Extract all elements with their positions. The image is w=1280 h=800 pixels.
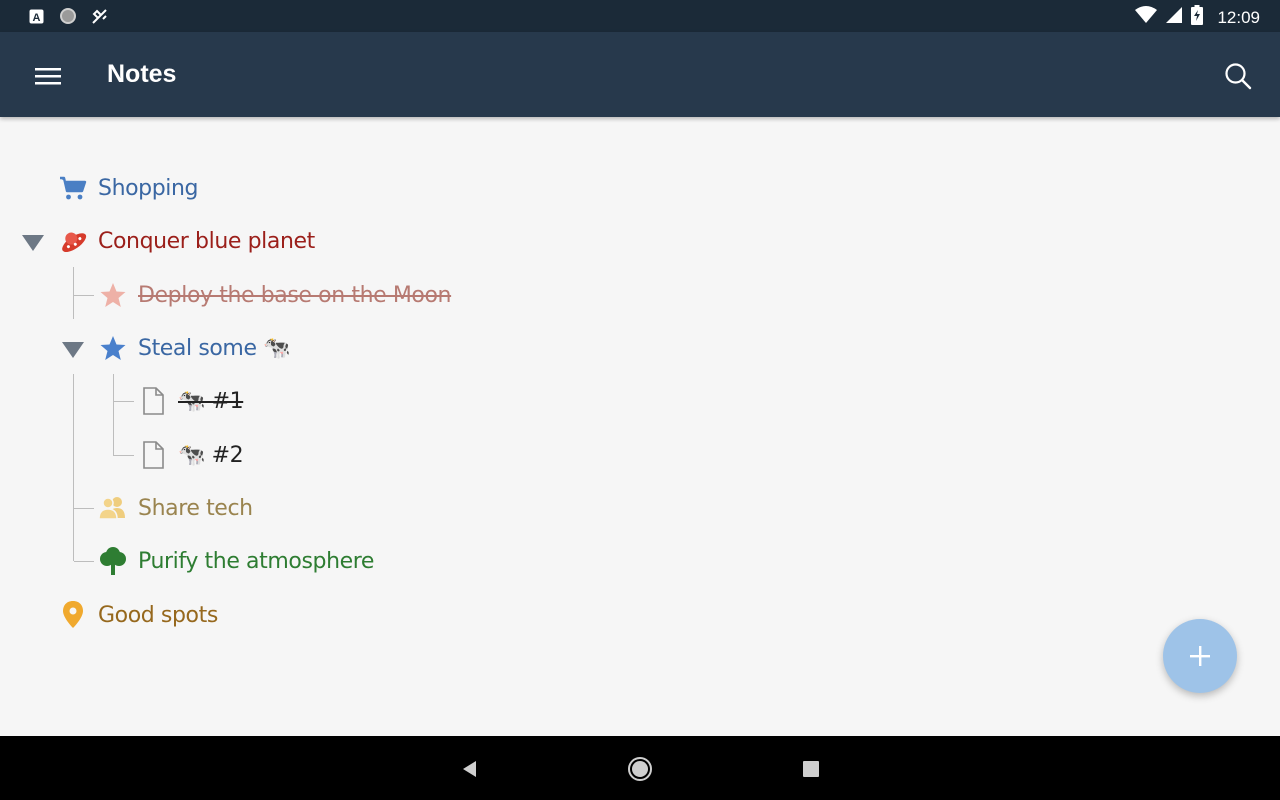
tree-connector	[114, 455, 134, 456]
tree-item-label: Share tech	[138, 495, 253, 521]
status-time: 12:09	[1217, 7, 1260, 27]
tree-item-deploy-base[interactable]: Deploy the base on the Moon	[98, 275, 452, 315]
recents-icon	[803, 761, 819, 777]
tree-connector	[113, 374, 114, 456]
document-icon	[138, 440, 168, 470]
satellite-icon	[91, 7, 109, 25]
tree-connector	[73, 374, 74, 561]
tree-item-steal-some[interactable]: Steal some 🐄	[98, 328, 291, 368]
expand-toggle[interactable]	[20, 229, 46, 255]
tree-item-share-tech[interactable]: Share tech	[98, 488, 253, 528]
home-button[interactable]	[627, 756, 653, 782]
tree-item-label: Good spots	[98, 602, 218, 628]
tree-item-cow-2[interactable]: 🐄 #2	[138, 435, 244, 475]
document-icon	[138, 386, 168, 416]
system-nav-bar	[0, 736, 1280, 800]
tree-item-purify-atmosphere[interactable]: Purify the atmosphere	[98, 541, 374, 581]
battery-charging-icon	[1191, 5, 1204, 30]
status-bar-system: 12:09	[1135, 5, 1260, 30]
svg-text:A: A	[32, 12, 40, 24]
tree-item-label: Steal some 🐄	[138, 335, 291, 361]
tree-item-cow-1[interactable]: 🐄 #1	[138, 381, 244, 421]
star-icon	[98, 333, 128, 363]
back-icon	[463, 761, 476, 777]
search-icon	[1225, 63, 1252, 90]
status-bar-notifications: A	[27, 7, 109, 25]
tree-connector	[74, 561, 94, 562]
tree-item-good-spots[interactable]: Good spots	[58, 595, 218, 635]
cart-icon	[58, 173, 88, 203]
triangle-down-icon	[22, 235, 44, 251]
ufo-icon	[58, 226, 88, 256]
tree-item-shopping[interactable]: Shopping	[58, 168, 199, 208]
notes-tree: Shopping Conquer blue planet Deploy the …	[0, 117, 1280, 736]
expand-toggle[interactable]	[60, 336, 86, 362]
tree-connector	[74, 295, 94, 296]
tree-item-label: Deploy the base on the Moon	[138, 282, 452, 308]
status-bar: A 12:09	[0, 0, 1280, 32]
tree-icon	[98, 546, 128, 576]
menu-icon	[35, 68, 61, 85]
people-icon	[98, 493, 128, 523]
recents-button[interactable]	[798, 756, 824, 782]
star-icon	[98, 280, 128, 310]
tree-item-label: 🐄 #2	[178, 442, 244, 468]
wifi-icon	[1135, 6, 1158, 29]
circle-icon	[59, 7, 77, 25]
search-button[interactable]	[1216, 54, 1260, 98]
page-title: Notes	[107, 60, 177, 88]
triangle-down-icon	[62, 342, 84, 358]
tree-connector	[73, 267, 74, 319]
tree-item-conquer-blue-planet[interactable]: Conquer blue planet	[58, 221, 315, 261]
app-a-icon: A	[27, 7, 45, 25]
tree-connector	[74, 508, 94, 509]
tree-item-label: Conquer blue planet	[98, 228, 315, 254]
tree-item-label: Purify the atmosphere	[138, 548, 375, 574]
tree-item-label: Shopping	[98, 175, 199, 201]
home-icon	[628, 757, 652, 781]
app-bar: Notes	[0, 32, 1280, 117]
location-pin-icon	[58, 600, 88, 630]
plus-icon	[1190, 646, 1210, 666]
menu-button[interactable]	[26, 54, 70, 98]
signal-icon	[1165, 6, 1183, 29]
tree-connector	[114, 401, 134, 402]
tree-item-label: 🐄 #1	[178, 388, 244, 414]
add-note-button[interactable]	[1163, 619, 1237, 693]
back-button[interactable]	[456, 756, 482, 782]
